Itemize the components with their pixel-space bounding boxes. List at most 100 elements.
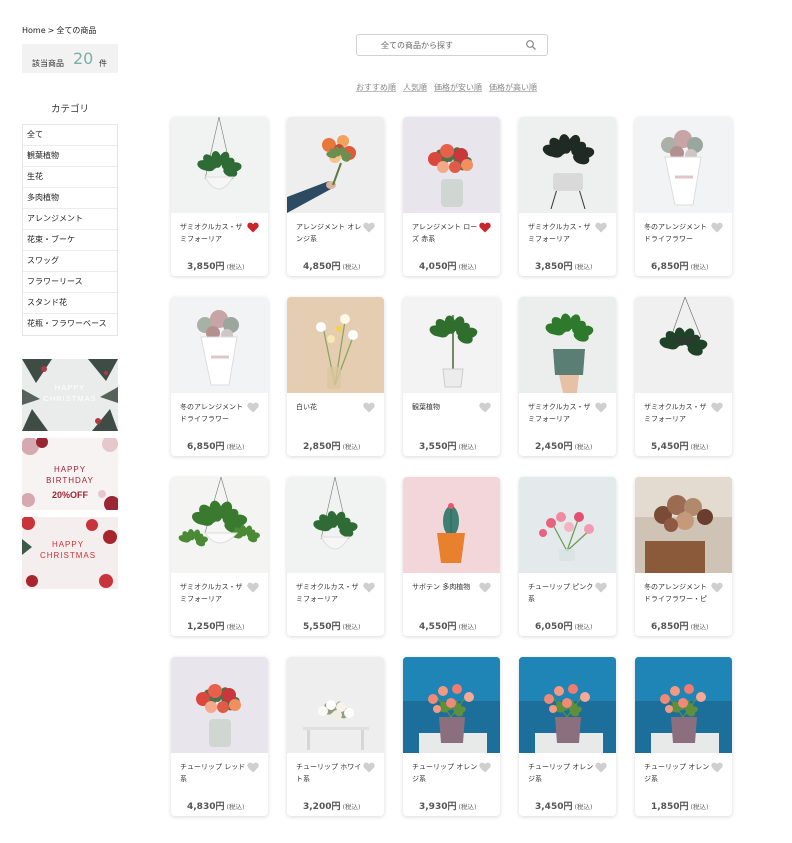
favorite-heart-icon[interactable]: [363, 402, 375, 413]
product-name[interactable]: ザミオクルカス・ザミフォーリア: [644, 401, 711, 425]
category-item[interactable]: スタンド花: [23, 293, 117, 314]
product-name[interactable]: チューリップ レッド系: [180, 761, 247, 785]
product-image[interactable]: [635, 657, 732, 753]
sort-option[interactable]: 価格が安い順: [434, 83, 482, 92]
product-name[interactable]: サボテン 多肉植物: [412, 581, 479, 593]
product-card[interactable]: チューリップ オレンジ系 3,930円 (税込): [403, 657, 500, 816]
product-name[interactable]: 観葉植物: [412, 401, 479, 413]
product-card[interactable]: 冬のアレンジメント ドライフラワー 6,850円 (税込): [635, 117, 732, 276]
product-name[interactable]: ザミオクルカス・ザミフォーリア: [296, 581, 363, 605]
product-name[interactable]: ザミオクルカス・ザミフォーリア: [528, 401, 595, 425]
search-icon[interactable]: [525, 39, 537, 51]
product-card[interactable]: ザミオクルカス・ザミフォーリア 3,850円 (税込): [171, 117, 268, 276]
favorite-heart-icon[interactable]: [479, 582, 491, 593]
product-name[interactable]: 冬のアレンジメント ドライフラワー・ピ: [644, 581, 711, 605]
product-name[interactable]: 冬のアレンジメント ドライフラワー: [180, 401, 247, 425]
product-card[interactable]: ザミオクルカス・ザミフォーリア 2,450円 (税込): [519, 297, 616, 456]
product-card[interactable]: ザミオクルカス・ザミフォーリア 3,850円 (税込): [519, 117, 616, 276]
favorite-heart-icon[interactable]: [247, 762, 259, 773]
product-card[interactable]: チューリップ ピンク系 6,050円 (税込): [519, 477, 616, 636]
product-name[interactable]: チューリップ ホワイト系: [296, 761, 363, 785]
sort-option[interactable]: おすすめ順: [356, 83, 396, 92]
product-card[interactable]: 白い花 2,850円 (税込): [287, 297, 384, 456]
banner-christmas-2[interactable]: HAPPY CHRISTMAS: [22, 517, 118, 589]
favorite-heart-icon[interactable]: [247, 402, 259, 413]
product-image[interactable]: [519, 657, 616, 753]
category-item[interactable]: 全て: [23, 125, 117, 146]
product-card[interactable]: ザミオクルカス・ザミフォーリア 5,450円 (税込): [635, 297, 732, 456]
category-item[interactable]: アレンジメント: [23, 209, 117, 230]
sort-option[interactable]: 人気順: [403, 83, 427, 92]
product-name[interactable]: チューリップ オレンジ系: [528, 761, 595, 785]
category-item[interactable]: 観葉植物: [23, 146, 117, 167]
product-card[interactable]: ザミオクルカス・ザミフォーリア 1,250円 (税込): [171, 477, 268, 636]
favorite-heart-icon[interactable]: [363, 762, 375, 773]
product-name[interactable]: 冬のアレンジメント ドライフラワー: [644, 221, 711, 245]
product-image[interactable]: [519, 477, 616, 573]
product-image[interactable]: [635, 117, 732, 213]
favorite-heart-icon[interactable]: [711, 402, 723, 413]
favorite-heart-icon[interactable]: [595, 762, 607, 773]
product-name[interactable]: 白い花: [296, 401, 363, 413]
category-item[interactable]: 多肉植物: [23, 188, 117, 209]
favorite-heart-icon[interactable]: [247, 582, 259, 593]
breadcrumb-home-link[interactable]: Home: [22, 26, 46, 35]
product-name[interactable]: チューリップ ピンク系: [528, 581, 595, 605]
favorite-heart-icon[interactable]: [479, 222, 491, 233]
product-image[interactable]: [403, 297, 500, 393]
category-item[interactable]: 花束・ブーケ: [23, 230, 117, 251]
product-image[interactable]: [635, 297, 732, 393]
favorite-heart-icon[interactable]: [711, 222, 723, 233]
search-input[interactable]: [357, 35, 547, 55]
favorite-heart-icon[interactable]: [711, 762, 723, 773]
banner-birthday[interactable]: HAPPY BIRTHDAY 20%OFF: [22, 438, 118, 510]
product-image[interactable]: [403, 477, 500, 573]
sort-option[interactable]: 価格が高い順: [489, 83, 537, 92]
product-name[interactable]: ザミオクルカス・ザミフォーリア: [180, 221, 247, 245]
product-card[interactable]: 冬のアレンジメント ドライフラワー 6,850円 (税込): [171, 297, 268, 456]
product-image[interactable]: [171, 297, 268, 393]
category-item[interactable]: 生花: [23, 167, 117, 188]
product-image[interactable]: [635, 477, 732, 573]
favorite-heart-icon[interactable]: [479, 402, 491, 413]
favorite-heart-icon[interactable]: [711, 582, 723, 593]
product-card[interactable]: 冬のアレンジメント ドライフラワー・ピ 6,850円 (税込): [635, 477, 732, 636]
product-image[interactable]: [287, 657, 384, 753]
product-image[interactable]: [171, 657, 268, 753]
favorite-heart-icon[interactable]: [363, 222, 375, 233]
favorite-heart-icon[interactable]: [479, 762, 491, 773]
product-image[interactable]: [171, 477, 268, 573]
favorite-heart-icon[interactable]: [595, 222, 607, 233]
product-image[interactable]: [403, 117, 500, 213]
product-card[interactable]: チューリップ ホワイト系 3,200円 (税込): [287, 657, 384, 816]
product-name[interactable]: ザミオクルカス・ザミフォーリア: [180, 581, 247, 605]
favorite-heart-icon[interactable]: [595, 402, 607, 413]
product-name[interactable]: アレンジメント オレンジ系: [296, 221, 363, 245]
product-name[interactable]: チューリップ オレンジ系: [412, 761, 479, 785]
favorite-heart-icon[interactable]: [595, 582, 607, 593]
favorite-heart-icon[interactable]: [363, 582, 375, 593]
product-image[interactable]: [287, 297, 384, 393]
product-card[interactable]: チューリップ オレンジ系 3,450円 (税込): [519, 657, 616, 816]
product-card[interactable]: チューリップ レッド系 4,830円 (税込): [171, 657, 268, 816]
product-image[interactable]: [519, 297, 616, 393]
product-image[interactable]: [287, 117, 384, 213]
category-item[interactable]: 花瓶・フラワーベース: [23, 314, 117, 335]
product-card[interactable]: アレンジメント ローズ 赤系 4,050円 (税込): [403, 117, 500, 276]
product-image[interactable]: [519, 117, 616, 213]
product-card[interactable]: チューリップ オレンジ系 1,850円 (税込): [635, 657, 732, 816]
product-card[interactable]: アレンジメント オレンジ系 4,850円 (税込): [287, 117, 384, 276]
category-item[interactable]: スワッグ: [23, 251, 117, 272]
product-card[interactable]: サボテン 多肉植物 4,550円 (税込): [403, 477, 500, 636]
product-image[interactable]: [287, 477, 384, 573]
product-name[interactable]: ザミオクルカス・ザミフォーリア: [528, 221, 595, 245]
product-name[interactable]: チューリップ オレンジ系: [644, 761, 711, 785]
favorite-heart-icon[interactable]: [247, 222, 259, 233]
product-name[interactable]: アレンジメント ローズ 赤系: [412, 221, 479, 245]
product-card[interactable]: 観葉植物 3,550円 (税込): [403, 297, 500, 456]
banner-christmas-1[interactable]: HAPPY CHRISTMAS: [22, 359, 118, 431]
product-image[interactable]: [171, 117, 268, 213]
product-card[interactable]: ザミオクルカス・ザミフォーリア 5,550円 (税込): [287, 477, 384, 636]
category-item[interactable]: フラワーリース: [23, 272, 117, 293]
product-image[interactable]: [403, 657, 500, 753]
